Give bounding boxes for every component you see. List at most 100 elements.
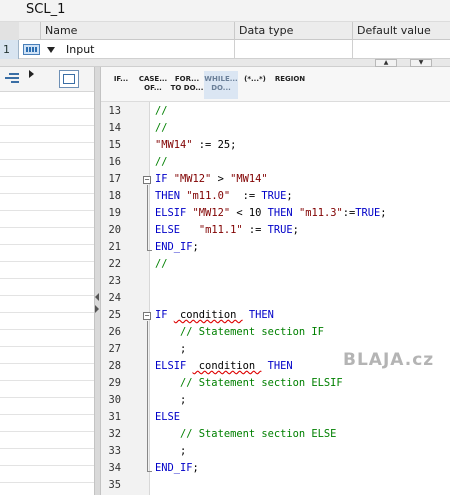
pane-splitter[interactable]: ▲ ▼	[0, 59, 450, 67]
editor-title-bar: SCL_1	[0, 0, 450, 22]
line-number: 31	[108, 411, 121, 423]
interface-row-input[interactable]: 1 Input	[0, 40, 450, 59]
tree-row	[0, 347, 94, 364]
code-line: ELSIF condition THEN	[155, 360, 293, 372]
code-line: ;	[155, 445, 187, 457]
block-title: SCL_1	[26, 2, 66, 17]
collapse-triangle-icon[interactable]	[47, 47, 55, 53]
column-default-header[interactable]: Default value	[352, 22, 450, 40]
line-number: 16	[108, 156, 121, 168]
button-label: IF...	[113, 75, 129, 83]
collapse-left-icon[interactable]	[95, 293, 99, 301]
column-name-header[interactable]: Name	[40, 22, 234, 40]
expand-arrow-icon[interactable]	[29, 70, 34, 78]
fold-toggle-icon[interactable]: −	[143, 312, 151, 320]
tree-row	[0, 92, 94, 109]
code-line: // Statement section ELSIF	[180, 377, 343, 389]
column-datatype-header[interactable]: Data type	[234, 22, 352, 40]
scl-code-editor[interactable]: 13 14 15 16 17 18 19 20 21 22 23 24 25 2…	[101, 102, 450, 495]
button-label-2: OF...	[144, 84, 162, 92]
code-line: // Statement section ELSE	[180, 428, 337, 440]
fold-toggle-icon[interactable]: −	[143, 176, 151, 184]
line-number: 13	[108, 105, 121, 117]
line-number: 15	[108, 139, 121, 151]
line-number: 33	[108, 445, 121, 457]
splitter-up-button[interactable]: ▲	[375, 59, 397, 67]
fold-guide-end	[147, 471, 152, 472]
vertical-pane-divider[interactable]	[94, 67, 101, 495]
tree-row	[0, 381, 94, 398]
line-number: 29	[108, 377, 121, 389]
splitter-down-button[interactable]: ▼	[410, 59, 432, 67]
tree-row	[0, 109, 94, 126]
line-number: 26	[108, 326, 121, 338]
tree-row	[0, 245, 94, 262]
insert-comment-button[interactable]: (*...*)	[238, 71, 272, 99]
tree-row	[0, 432, 94, 449]
tree-row	[0, 262, 94, 279]
tree-row	[0, 398, 94, 415]
line-number-gutter: 13 14 15 16 17 18 19 20 21 22 23 24 25 2…	[101, 102, 152, 495]
line-number: 23	[108, 275, 121, 287]
tree-row	[0, 449, 94, 466]
insert-if-button[interactable]: IF...	[106, 71, 136, 99]
code-line: END_IF;	[155, 241, 199, 253]
tree-row	[0, 194, 94, 211]
insert-region-button[interactable]: REGION	[272, 71, 308, 99]
insert-while-button[interactable]: WHILE... DO...	[204, 71, 238, 99]
instruction-tree-pane	[0, 67, 94, 495]
tree-list-icon[interactable]	[5, 73, 21, 85]
button-label-2: DO...	[211, 84, 231, 92]
tree-row	[0, 228, 94, 245]
interface-section-icon	[23, 44, 40, 55]
scl-instruction-toolbar: IF... CASE... OF... FOR... TO DO... WHILE.…	[59, 67, 450, 102]
tree-row	[0, 415, 94, 432]
tree-row	[0, 177, 94, 194]
code-line: IF condition THEN	[155, 309, 274, 321]
line-number: 20	[108, 224, 121, 236]
line-number: 18	[108, 190, 121, 202]
tree-toolbar	[0, 67, 94, 92]
section-name: Input	[66, 43, 95, 56]
line-number: 34	[108, 462, 121, 474]
tree-row	[0, 126, 94, 143]
rownum-header	[0, 22, 19, 40]
code-line: ELSE "m11.1" := TRUE;	[155, 224, 299, 236]
code-line: ELSIF "MW12" < 10 THEN "m11.3":=TRUE;	[155, 207, 387, 219]
code-line: ;	[155, 394, 187, 406]
button-label: FOR...	[174, 75, 200, 83]
line-number: 19	[108, 207, 121, 219]
datatype-cell[interactable]	[234, 40, 352, 59]
code-line: THEN "m11.0" := TRUE;	[155, 190, 293, 202]
button-label: (*...*)	[244, 75, 266, 83]
tree-row	[0, 279, 94, 296]
fold-guide-end	[147, 250, 152, 251]
line-number: 32	[108, 428, 121, 440]
interface-table-header: Name Data type Default value	[0, 22, 450, 40]
line-number: 25	[108, 309, 121, 321]
code-line: //	[155, 105, 168, 117]
button-label: WHILE...	[204, 75, 238, 83]
tree-row	[0, 143, 94, 160]
line-number: 28	[108, 360, 121, 372]
line-number: 21	[108, 241, 121, 253]
tree-row	[0, 160, 94, 177]
insert-case-button[interactable]: CASE... OF...	[136, 71, 170, 99]
tree-row	[0, 364, 94, 381]
line-number: 35	[108, 479, 121, 491]
line-number: 27	[108, 343, 121, 355]
line-number: 24	[108, 292, 121, 304]
insert-for-button[interactable]: FOR... TO DO...	[170, 71, 204, 99]
sync-view-button[interactable]	[59, 70, 79, 88]
expand-right-icon[interactable]	[95, 305, 99, 313]
fold-guide	[147, 321, 148, 471]
button-label-2: TO DO...	[170, 84, 204, 92]
code-line: //	[155, 258, 168, 270]
code-line: //	[155, 156, 168, 168]
tree-row	[0, 211, 94, 228]
code-line: ELSE	[155, 411, 181, 423]
code-line: ;	[155, 343, 187, 355]
code-line: END_IF;	[155, 462, 199, 474]
default-value-cell[interactable]	[352, 40, 450, 59]
line-number: 14	[108, 122, 121, 134]
